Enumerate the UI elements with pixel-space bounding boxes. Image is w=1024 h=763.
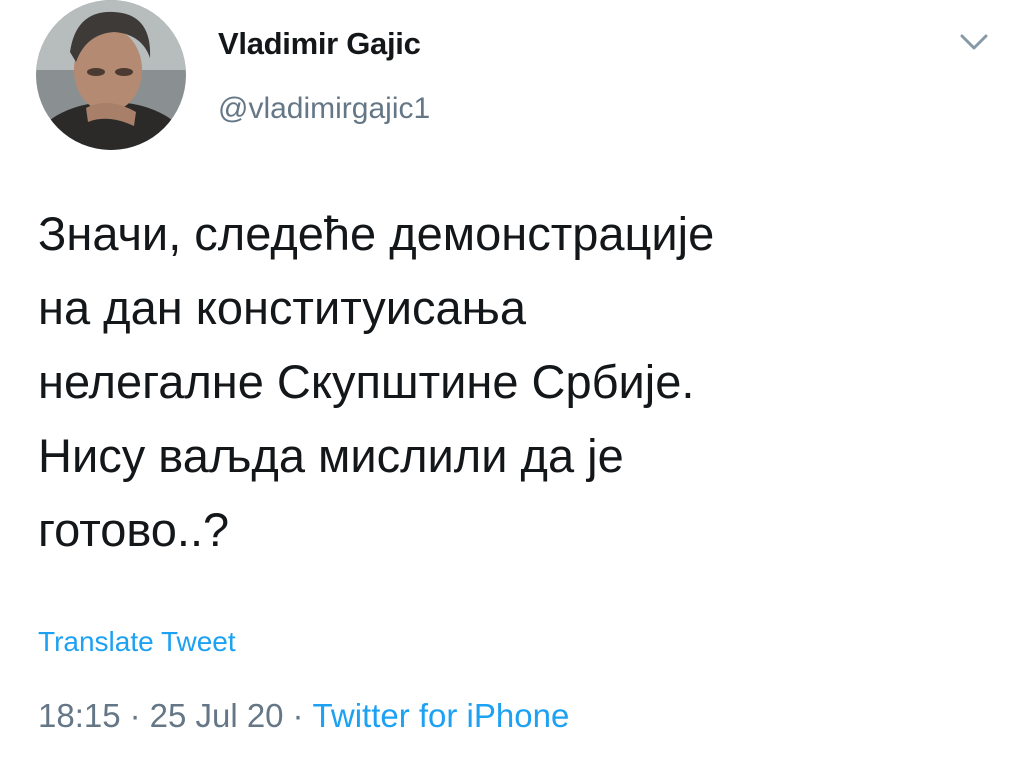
author-handle[interactable]: @vladimirgajic1 bbox=[218, 92, 430, 126]
tweet-source-link[interactable]: Twitter for iPhone bbox=[313, 697, 570, 734]
avatar[interactable] bbox=[36, 0, 186, 150]
translate-tweet-link[interactable]: Translate Tweet bbox=[38, 626, 236, 658]
meta-separator: · bbox=[292, 697, 304, 734]
meta-separator: · bbox=[129, 697, 141, 734]
tweet-text: Значи, следеће демонстрације на дан конс… bbox=[38, 197, 998, 567]
tweet-text-line: на дан конституисања bbox=[38, 281, 526, 334]
author-display-name[interactable]: Vladimir Gajic bbox=[218, 26, 421, 62]
tweet-text-line: нелегалне Скупштине Србије. bbox=[38, 355, 695, 408]
tweet-time[interactable]: 18:15 bbox=[38, 697, 121, 734]
tweet-date[interactable]: 25 Jul 20 bbox=[150, 697, 284, 734]
chevron-down-icon bbox=[960, 34, 988, 50]
tweet-meta: 18:15 · 25 Jul 20 · Twitter for iPhone bbox=[38, 697, 569, 735]
tweet-menu-button[interactable] bbox=[952, 24, 996, 60]
tweet-text-line: Значи, следеће демонстрације bbox=[38, 207, 715, 260]
tweet-card: Vladimir Gajic @vladimirgajic1 Значи, сл… bbox=[0, 0, 1024, 763]
tweet-text-line: готово..? bbox=[38, 503, 230, 556]
tweet-text-line: Нису ваљда мислили да је bbox=[38, 429, 624, 482]
profile-photo-icon bbox=[36, 0, 186, 150]
